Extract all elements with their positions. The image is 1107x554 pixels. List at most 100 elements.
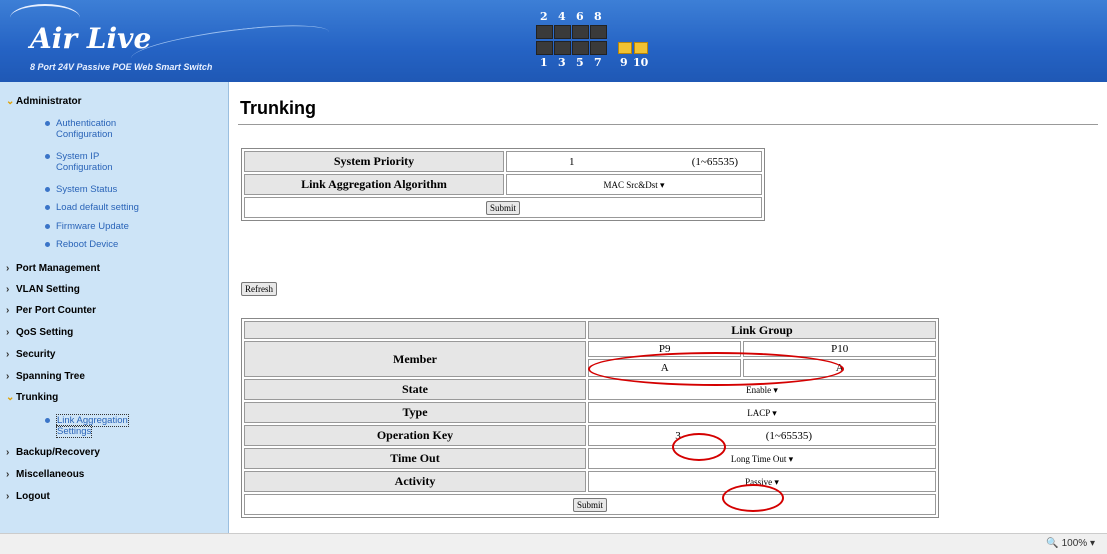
nav-administrator[interactable]: ⌄ Administrator — [6, 96, 82, 107]
chevron-right-icon: › — [6, 469, 10, 480]
chevron-right-icon: › — [6, 263, 10, 274]
chevron-right-icon: › — [6, 447, 10, 458]
blank-header-cell — [244, 321, 586, 339]
nav-item-label: Configuration — [56, 129, 113, 140]
type-select[interactable]: LACP — [747, 408, 776, 419]
timeout-select[interactable]: Long Time Out — [731, 454, 793, 465]
device-subtitle: 8 Port 24V Passive POE Web Smart Switch — [30, 62, 213, 72]
nav-label: VLAN Setting — [16, 284, 80, 295]
port-icon — [554, 25, 571, 39]
nav-item-label: System Status — [56, 184, 118, 195]
port-number: 10 — [633, 56, 649, 69]
system-priority-table: System Priority 1 (1~65535) Link Aggrega… — [241, 148, 765, 221]
nav-vlan-setting[interactable]: › VLAN Setting — [6, 284, 80, 295]
submit-cell: Submit — [244, 197, 762, 218]
algorithm-label: Link Aggregation Algorithm — [244, 174, 504, 195]
port-status-panel: 2 4 6 8 1 3 5 7 9 10 — [532, 10, 692, 76]
zoom-level[interactable]: 🔍 100% ▾ — [1046, 538, 1095, 549]
sidebar-nav: ⌄ Administrator Authentication Configurati… — [0, 82, 229, 533]
nav-label: QoS Setting — [16, 327, 74, 338]
port-number: 7 — [594, 56, 602, 69]
bullet-icon — [45, 121, 50, 126]
bullet-icon — [45, 418, 50, 423]
link-submit-cell: Submit — [244, 494, 936, 515]
port-number: 1 — [540, 56, 548, 69]
opkey-annotation-ellipse — [672, 433, 726, 461]
port-icon — [572, 41, 589, 55]
nav-label: Per Port Counter — [16, 305, 97, 316]
airlive-logo: Air Live — [30, 22, 152, 55]
nav-label: Security — [16, 349, 56, 360]
system-priority-label: System Priority — [244, 151, 504, 172]
operation-key-range: (1~65535) — [765, 429, 813, 442]
nav-item-system-status[interactable]: System Status — [45, 184, 118, 195]
chevron-right-icon: › — [6, 284, 10, 295]
fiber-port-icon — [634, 42, 648, 54]
activity-annotation-ellipse — [722, 484, 784, 512]
nav-item-label: Load default setting — [56, 202, 139, 213]
bullet-icon — [45, 242, 50, 247]
system-priority-cell: 1 (1~65535) — [506, 151, 762, 172]
bullet-icon — [45, 154, 50, 159]
nav-item-label: System IP — [56, 151, 100, 162]
nav-trunking[interactable]: ⌄ Trunking — [6, 392, 58, 403]
bullet-icon — [45, 205, 50, 210]
chevron-right-icon: › — [6, 371, 10, 382]
timeout-cell: Long Time Out — [588, 448, 936, 469]
nav-backup-recovery[interactable]: › Backup/Recovery — [6, 447, 100, 458]
nav-item-system-ip[interactable]: System IP Configuration — [45, 151, 113, 173]
chevron-down-icon: ⌄ — [6, 392, 15, 403]
fiber-port-icon — [618, 42, 632, 54]
chevron-right-icon: › — [6, 349, 10, 360]
timeout-label: Time Out — [244, 448, 586, 469]
state-label: State — [244, 379, 586, 400]
nav-item-label: Authentication — [56, 118, 117, 129]
nav-spanning-tree[interactable]: › Spanning Tree — [6, 371, 85, 382]
member-annotation-ellipse — [588, 352, 844, 386]
activity-label: Activity — [244, 471, 586, 492]
nav-miscellaneous[interactable]: › Miscellaneous — [6, 469, 84, 480]
port-number: 4 — [558, 10, 566, 23]
nav-label: Administrator — [16, 96, 82, 107]
algorithm-select[interactable]: MAC Src&Dst — [603, 180, 664, 191]
nav-label: Backup/Recovery — [16, 447, 100, 458]
port-icon — [590, 25, 607, 39]
nav-item-authentication[interactable]: Authentication Configuration — [45, 118, 117, 140]
nav-item-label: Reboot Device — [56, 239, 119, 250]
link-group-table: Link Group Member P9 P10 A A State Enabl… — [241, 318, 939, 518]
nav-security[interactable]: › Security — [6, 349, 55, 360]
port-icon — [536, 41, 553, 55]
type-cell: LACP — [588, 402, 936, 423]
submit-button[interactable]: Submit — [485, 200, 520, 215]
port-icon — [572, 25, 589, 39]
nav-item-load-default[interactable]: Load default setting — [45, 202, 139, 213]
nav-item-label: Settings — [56, 425, 93, 438]
nav-label: Logout — [16, 491, 50, 502]
link-group-header: Link Group — [588, 321, 936, 339]
port-icon — [590, 41, 607, 55]
nav-per-port-counter[interactable]: › Per Port Counter — [6, 305, 96, 316]
port-icon — [536, 25, 553, 39]
state-select[interactable]: Enable — [746, 385, 778, 396]
header-banner: Air Live 8 Port 24V Passive POE Web Smar… — [0, 0, 1107, 82]
link-submit-button[interactable]: Submit — [572, 497, 607, 512]
bullet-icon — [45, 224, 50, 229]
nav-qos-setting[interactable]: › QoS Setting — [6, 327, 73, 338]
port-number: 5 — [576, 56, 584, 69]
bullet-icon — [45, 187, 50, 192]
nav-logout[interactable]: › Logout — [6, 491, 50, 502]
chevron-right-icon: › — [6, 305, 10, 316]
nav-port-management[interactable]: › Port Management — [6, 263, 100, 274]
port-number: 8 — [594, 10, 602, 23]
port-number: 9 — [620, 56, 628, 69]
nav-item-link-aggregation[interactable]: Link Aggregation Settings — [45, 414, 129, 438]
nav-item-reboot-device[interactable]: Reboot Device — [45, 239, 119, 250]
zoom-icon: 🔍 — [1046, 538, 1059, 549]
algorithm-cell: MAC Src&Dst — [506, 174, 762, 195]
refresh-button[interactable]: Refresh — [241, 282, 277, 296]
nav-label: Spanning Tree — [16, 371, 85, 382]
nav-item-firmware-update[interactable]: Firmware Update — [45, 221, 129, 232]
system-priority-input[interactable]: 1 — [511, 156, 689, 168]
page-title: Trunking — [240, 98, 316, 118]
chevron-right-icon: › — [6, 327, 10, 338]
